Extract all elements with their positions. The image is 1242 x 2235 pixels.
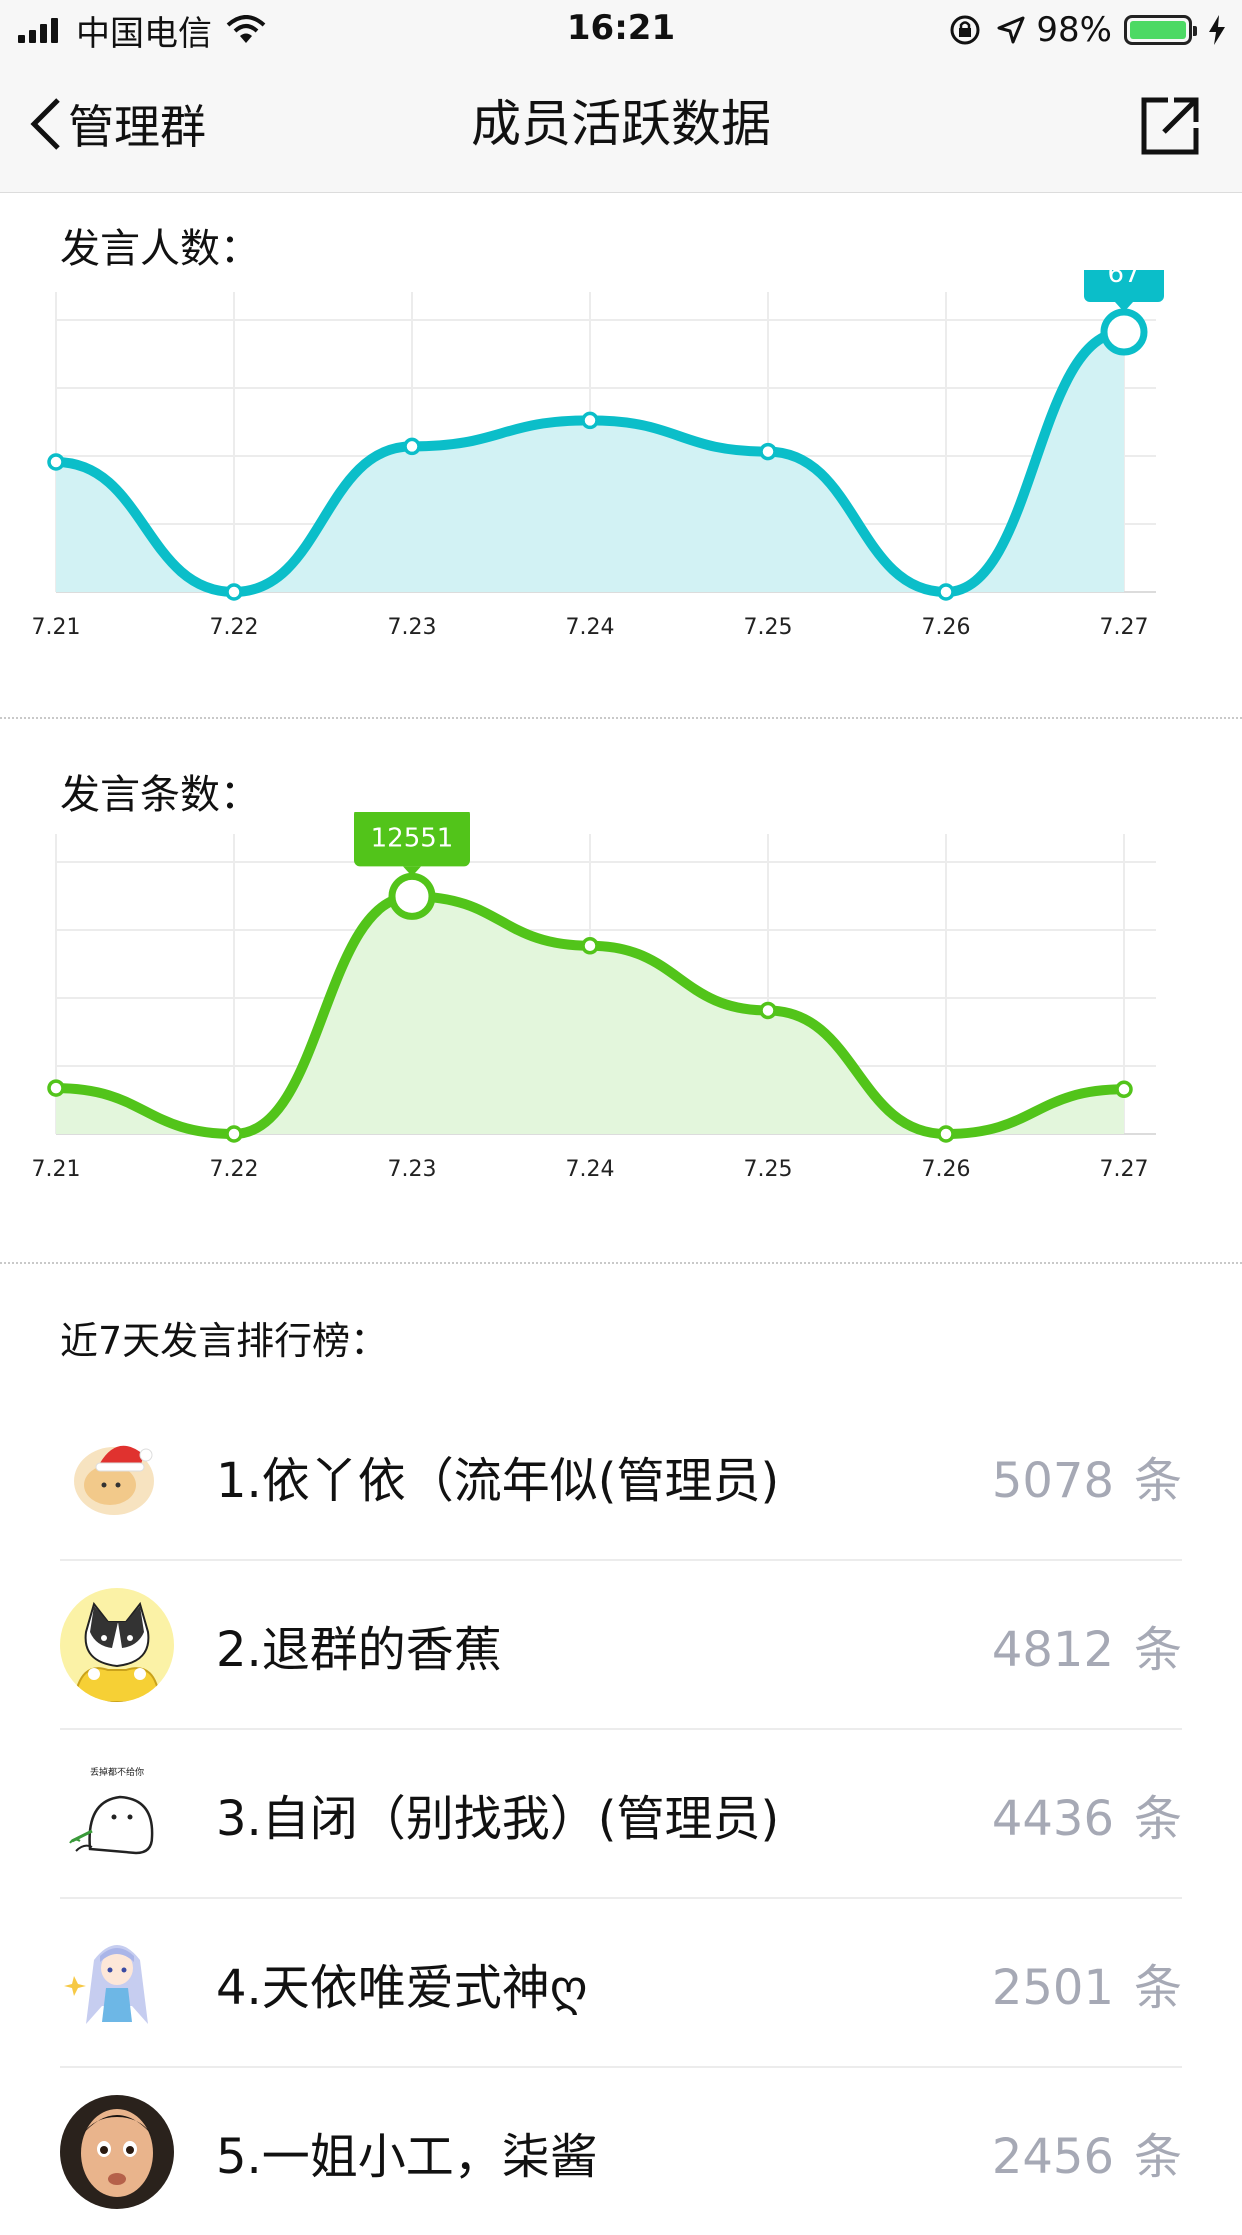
data-point [759, 1001, 777, 1020]
anime-girl-avatar[interactable] [60, 1925, 174, 2040]
data-point [225, 583, 243, 601]
ranking-title: 近7天发言排行榜： [60, 1319, 389, 1363]
section-divider [0, 717, 1242, 719]
child-photo-avatar[interactable] [60, 2094, 174, 2209]
charging-icon [1209, 15, 1225, 45]
data-point [759, 442, 777, 461]
ranking-count: 2501 条 [991, 1959, 1182, 2016]
speakers-chart: 7.21 7.22 7.23 7.24 7.25 7.26 7.27 67 [32, 270, 1164, 640]
location-icon [997, 16, 1025, 44]
tooltip-label: 12551 [371, 823, 454, 853]
section-divider [0, 1262, 1242, 1264]
x-tick-label: 7.27 [1100, 615, 1149, 640]
share-icon[interactable] [1138, 94, 1202, 158]
page-title: 成员活跃数据 [471, 95, 771, 153]
x-tick-label: 7.24 [566, 1157, 615, 1182]
ranking-count: 2456 条 [991, 2128, 1182, 2185]
data-point [581, 411, 599, 430]
data-point [937, 1125, 955, 1143]
x-tick-label: 7.23 [388, 1157, 437, 1182]
avatar-caption: 丢掉都不给你 [90, 1766, 144, 1778]
data-point [1115, 1080, 1133, 1099]
highlighted-point [1100, 308, 1148, 356]
navigation-bar: 管理群 成员活跃数据 [0, 62, 1242, 193]
ranking-count: 5078 条 [991, 1452, 1182, 1509]
x-tick-label: 7.22 [210, 615, 259, 640]
data-point [403, 437, 421, 456]
x-tick-label: 7.27 [1100, 1157, 1149, 1182]
x-tick-label: 7.21 [32, 615, 81, 640]
data-point [47, 453, 65, 471]
ranking-list: 1.依丫依（流年似(管理员) 5078 条 2.退群的香蕉 4812 条 丢掉都不给 [60, 1392, 1182, 2235]
ranking-name: 3.自闭（别找我）(管理员) [216, 1790, 780, 1847]
meme-ghost-avatar[interactable]: 丢掉都不给你 [60, 1756, 174, 1871]
messages-chart: 7.21 7.22 7.23 7.24 7.25 7.26 7.27 12551 [32, 812, 1156, 1182]
cat-santa-hat-avatar[interactable] [60, 1418, 174, 1533]
speakers-chart-title: 发言人数： [60, 226, 260, 272]
ranking-name: 4.天依唯爱式神ღ [216, 1959, 588, 2016]
ranking-item[interactable]: 4.天依唯爱式神ღ 2501 条 [60, 1899, 1182, 2068]
ranking-item[interactable]: 丢掉都不给你 3.自闭（别找我）(管理员) 4436 条 [60, 1730, 1182, 1899]
battery-percent: 98% [1036, 10, 1112, 50]
data-point [581, 937, 599, 955]
data-point [47, 1079, 65, 1097]
data-point [937, 583, 955, 601]
x-tick-label: 7.25 [744, 1157, 793, 1182]
data-point [225, 1125, 243, 1143]
ranking-name: 2.退群的香蕉 [216, 1621, 502, 1678]
x-tick-label: 7.26 [922, 1157, 971, 1182]
x-tick-label: 7.25 [744, 615, 793, 640]
battery-icon [1124, 15, 1197, 45]
ranking-name: 5.一姐小工，柒酱 [216, 2128, 598, 2185]
tooltip-label: 67 [1107, 270, 1140, 289]
ranking-count: 4812 条 [991, 1621, 1182, 1678]
ranking-item[interactable]: 5.一姐小工，柒酱 2456 条 [60, 2068, 1182, 2235]
x-tick-label: 7.24 [566, 615, 615, 640]
ranking-count: 4436 条 [991, 1790, 1182, 1847]
cat-banana-avatar[interactable] [60, 1587, 174, 1702]
status-bar: 中国电信 16:21 98% [0, 0, 1242, 62]
x-tick-label: 7.23 [388, 615, 437, 640]
orientation-lock-icon [950, 15, 980, 45]
x-tick-label: 7.26 [922, 615, 971, 640]
ranking-name: 1.依丫依（流年似(管理员) [216, 1452, 780, 1509]
x-tick-label: 7.21 [32, 1157, 81, 1182]
highlighted-point [388, 872, 436, 920]
x-tick-label: 7.22 [210, 1157, 259, 1182]
ranking-item[interactable]: 2.退群的香蕉 4812 条 [60, 1561, 1182, 1730]
ranking-item[interactable]: 1.依丫依（流年似(管理员) 5078 条 [60, 1392, 1182, 1561]
